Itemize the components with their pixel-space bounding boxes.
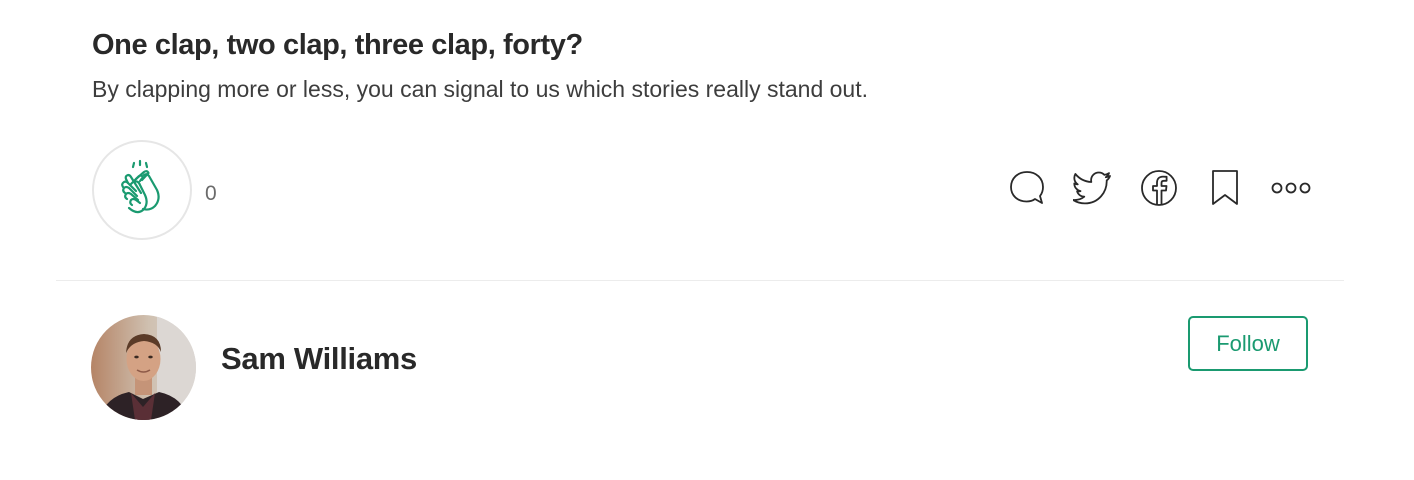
clap-count: 0: [205, 182, 217, 205]
twitter-icon: [1072, 170, 1113, 211]
more-options-button[interactable]: [1271, 170, 1311, 210]
bookmark-button[interactable]: [1206, 169, 1244, 212]
comment-icon: [1008, 169, 1046, 212]
banner-subtitle: By clapping more or less, you can signal…: [92, 76, 868, 102]
facebook-icon: [1140, 169, 1178, 212]
divider: [56, 280, 1344, 281]
clap-banner: One clap, two clap, three clap, forty? B…: [92, 26, 1312, 104]
follow-button[interactable]: Follow: [1188, 316, 1308, 371]
action-bar: [1008, 169, 1311, 212]
more-icon: [1271, 181, 1311, 200]
banner-title: One clap, two clap, three clap, forty?: [92, 29, 583, 61]
clap-icon: [112, 157, 172, 224]
clap-button[interactable]: [92, 140, 192, 240]
avatar[interactable]: [91, 315, 196, 420]
facebook-share-button[interactable]: [1140, 169, 1178, 212]
bookmark-icon: [1210, 169, 1240, 212]
twitter-share-button[interactable]: [1072, 170, 1113, 211]
author-name[interactable]: Sam Williams: [221, 340, 417, 378]
comment-button[interactable]: [1008, 170, 1046, 210]
